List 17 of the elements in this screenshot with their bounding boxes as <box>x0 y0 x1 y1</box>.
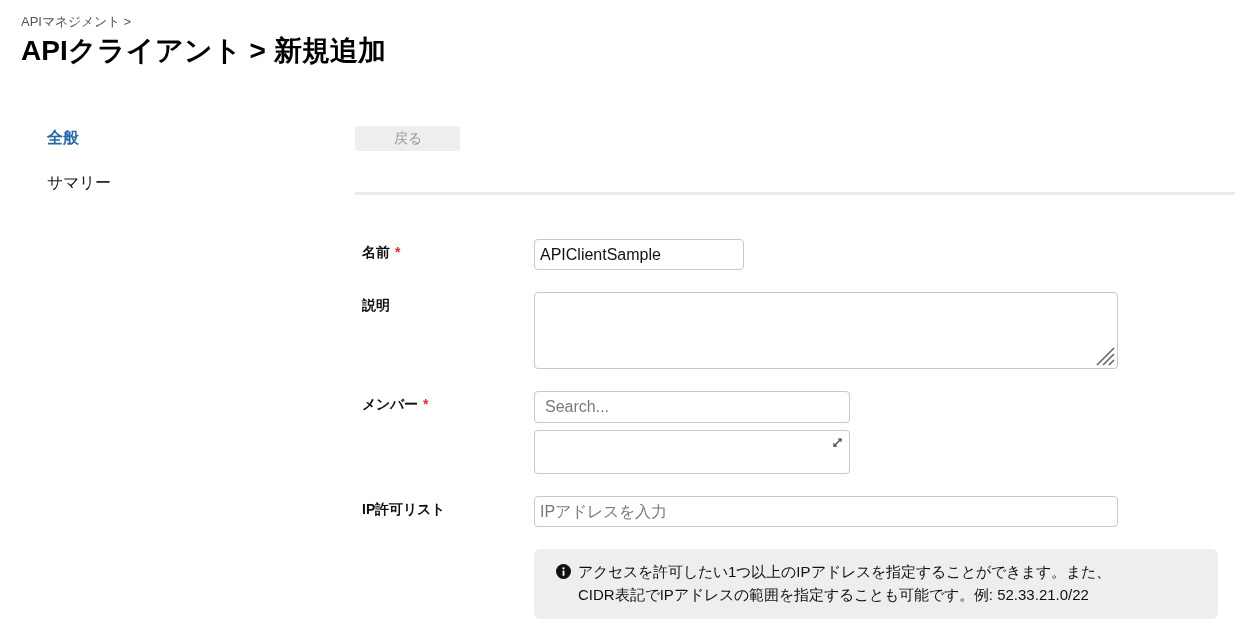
info-text: アクセスを許可したい1つ以上のIPアドレスを指定することができます。また、CIDR表記でIPアドレスの範囲を指定することも可能です。例: 52.33.21.0/22 <box>578 562 1112 605</box>
breadcrumb-link[interactable]: APIマネジメント > <box>21 13 132 31</box>
required-mark: * <box>423 395 429 414</box>
field-label: IP許可リスト <box>362 500 446 519</box>
expand-arrows-icon[interactable] <box>832 437 843 448</box>
member-search-field[interactable]: Search... <box>534 391 850 423</box>
text-input-field[interactable]: APIClientSample <box>534 239 744 270</box>
required-mark: * <box>395 243 401 262</box>
sidebar-nav-item[interactable]: 全般 <box>47 126 79 150</box>
page-title: APIクライアント > 新規追加 <box>21 34 386 68</box>
field-label: メンバー <box>362 395 418 414</box>
sidebar-nav-item[interactable]: サマリー <box>47 171 111 195</box>
info-icon <box>556 564 571 579</box>
field-label: 名前 <box>362 243 390 262</box>
resize-handle-icon[interactable] <box>1095 346 1115 366</box>
field-label: 説明 <box>362 296 390 315</box>
text-input-field[interactable]: IPアドレスを入力 <box>534 496 1118 527</box>
